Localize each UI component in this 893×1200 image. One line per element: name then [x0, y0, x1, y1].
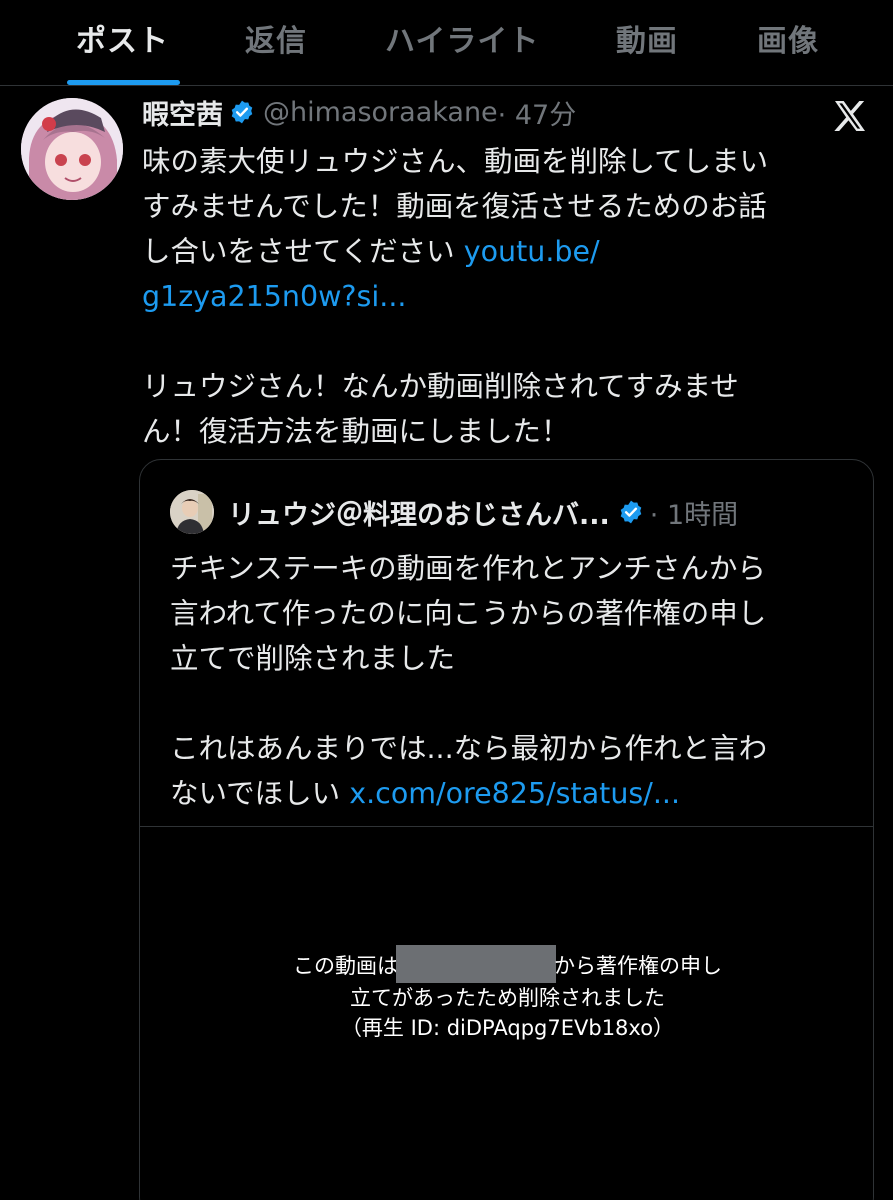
removed-text: 立てがあったため削除されました — [350, 986, 665, 1010]
avatar-illustration — [21, 98, 123, 200]
playback-id: （再生 ID: diDPAqpg7EVb18xo） — [340, 1016, 675, 1040]
quoted-post-header: リュウジ＠料理のおじさんバ... · 1時間 — [170, 490, 738, 534]
post-line: すみませんでした！動画を復活させるためのお話 — [142, 190, 767, 223]
youtube-link-continued[interactable]: g1zya215n0w?si... — [142, 280, 407, 313]
video-media[interactable]: この動画は から著作権の申し 立てがあったため削除されました （再生 ID: di… — [140, 827, 873, 1200]
tab-images[interactable]: 画像 — [757, 16, 819, 60]
youtube-link[interactable]: youtu.be/ — [464, 235, 600, 268]
post-line: リュウジさん！なんか動画削除されてすみませ — [142, 370, 739, 403]
quoted-avatar-photo — [170, 490, 214, 534]
tab-videos[interactable]: 動画 — [616, 16, 678, 60]
quoted-line: チキンステーキの動画を作れとアンチさんから — [170, 552, 766, 585]
quoted-line: これはあんまりでは...なら最初から作れと言わ — [170, 732, 768, 765]
quoted-post-text: チキンステーキの動画を作れとアンチさんから 言われて作ったのに向こうからの著作権… — [170, 546, 850, 816]
redaction-box — [396, 945, 556, 983]
author-name[interactable]: 暇空茜 — [142, 93, 223, 132]
quoted-line: 言われて作ったのに向こうからの著作権の申し — [170, 597, 767, 630]
removed-text: から著作権の申し — [554, 954, 722, 978]
removed-text: この動画は — [293, 954, 398, 978]
verified-badge-icon — [620, 500, 642, 524]
video-removed-message: この動画は から著作権の申し 立てがあったため削除されました （再生 ID: di… — [140, 945, 873, 1043]
status-link[interactable]: x.com/ore825/status/... — [349, 777, 680, 810]
active-tab-indicator — [67, 80, 180, 85]
tab-posts[interactable]: ポスト — [76, 16, 169, 60]
post-line: し合いをさせてください — [142, 235, 464, 268]
quoted-post-time[interactable]: · 1時間 — [650, 493, 738, 532]
quoted-line: ないでほしい — [170, 777, 350, 810]
quoted-line: 立てで削除されました — [170, 642, 456, 675]
post-text: 味の素大使リュウジさん、動画を削除してしまい すみませんでした！動画を復活させる… — [142, 139, 862, 454]
post-header: 暇空茜 @himasoraakane · 47分 — [142, 93, 576, 131]
author-handle[interactable]: @himasoraakane — [263, 97, 498, 128]
post-time[interactable]: · 47分 — [498, 93, 577, 132]
post-line: 味の素大使リュウジさん、動画を削除してしまい — [142, 145, 769, 178]
avatar[interactable] — [21, 98, 123, 200]
quoted-post-card[interactable]: リュウジ＠料理のおじさんバ... · 1時間 チキンステーキの動画を作れとアンチ… — [139, 459, 874, 1200]
x-logo-icon — [834, 101, 865, 131]
quoted-author-name[interactable]: リュウジ＠料理のおじさんバ... — [228, 493, 610, 532]
post-line-with-link: し合いをさせてください youtu.be/ — [142, 229, 862, 274]
quoted-avatar[interactable] — [170, 490, 214, 534]
tab-highlights[interactable]: ハイライト — [385, 16, 539, 60]
profile-tabs: ポスト 返信 ハイライト 動画 画像 — [0, 0, 893, 86]
verified-badge-icon — [231, 100, 253, 124]
tab-replies[interactable]: 返信 — [245, 16, 307, 60]
post-line: ん！復活方法を動画にしました！ — [142, 415, 570, 448]
